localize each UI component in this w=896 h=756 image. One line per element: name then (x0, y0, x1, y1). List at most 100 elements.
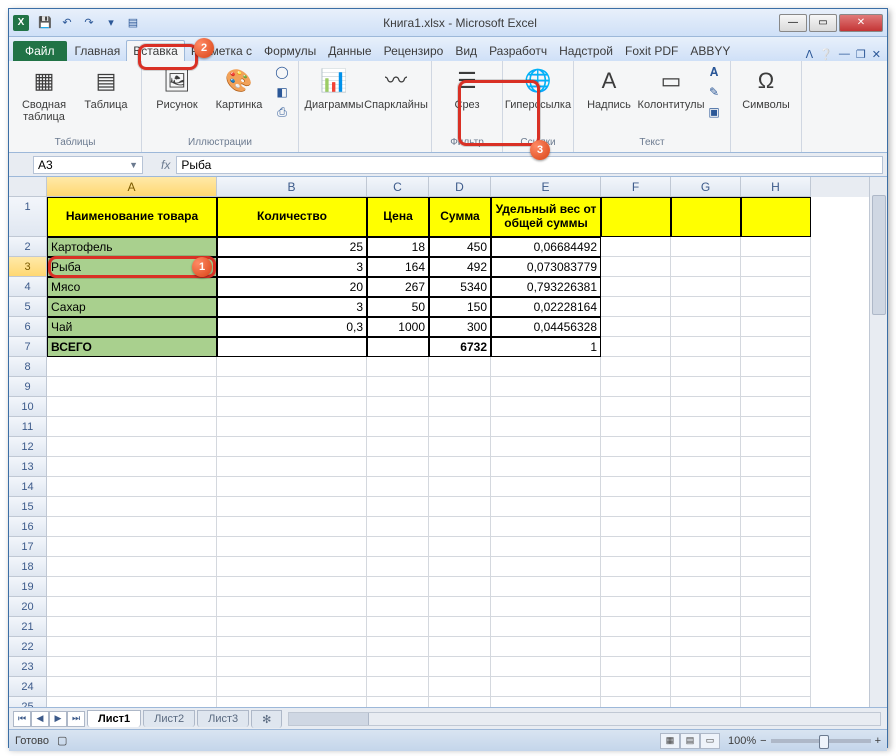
clipart-button[interactable]: 🎨Картинка (210, 63, 268, 111)
cell-qty[interactable]: 25 (217, 237, 367, 257)
row-12[interactable]: 12 (9, 437, 47, 457)
cell-qty[interactable]: 20 (217, 277, 367, 297)
row-13[interactable]: 13 (9, 457, 47, 477)
sheet-tab-3[interactable]: Лист3 (197, 710, 249, 727)
cell-qty[interactable]: 3 (217, 297, 367, 317)
picture-button[interactable]: 🖼Рисунок (148, 63, 206, 111)
sheet-nav-last[interactable]: ⏭ (67, 711, 85, 727)
col-A[interactable]: A (47, 177, 217, 197)
cell-share[interactable]: 0,04456328 (491, 317, 601, 337)
qat-more-icon[interactable]: ▾ (101, 13, 121, 33)
row-24[interactable]: 24 (9, 677, 47, 697)
undo-icon[interactable]: ↶ (57, 13, 77, 33)
row-4[interactable]: 4 (9, 277, 47, 297)
cell-share[interactable]: 0,02228164 (491, 297, 601, 317)
wordart-icon[interactable]: 𝐀 (704, 63, 724, 81)
cell-share[interactable]: 0,073083779 (491, 257, 601, 277)
sparklines-button[interactable]: 〰Спарклайны (367, 63, 425, 111)
row-11[interactable]: 11 (9, 417, 47, 437)
sheet-nav-next[interactable]: ▶ (49, 711, 67, 727)
save-icon[interactable]: 💾 (35, 13, 55, 33)
hdr-sum[interactable]: Сумма (429, 197, 491, 237)
charts-button[interactable]: 📊Диаграммы (305, 63, 363, 111)
tab-insert[interactable]: Вставка (126, 40, 185, 61)
sheet-nav-prev[interactable]: ◀ (31, 711, 49, 727)
shapes-icon[interactable]: ◯ (272, 63, 292, 81)
tab-data[interactable]: Данные (322, 41, 377, 61)
tab-foxit[interactable]: Foxit PDF (619, 41, 684, 61)
col-H[interactable]: H (741, 177, 811, 197)
cell-sum[interactable]: 150 (429, 297, 491, 317)
file-tab[interactable]: Файл (13, 41, 67, 61)
minimize-button[interactable]: — (779, 14, 807, 32)
chevron-down-icon[interactable]: ▼ (129, 160, 138, 170)
row-21[interactable]: 21 (9, 617, 47, 637)
sheet-tab-2[interactable]: Лист2 (143, 710, 195, 727)
ribbon-minimize-icon[interactable]: ᐱ (806, 48, 814, 61)
row-5[interactable]: 5 (9, 297, 47, 317)
cell-sum[interactable]: 492 (429, 257, 491, 277)
sigline-icon[interactable]: ✎ (704, 83, 724, 101)
doc-restore-icon[interactable]: ❐ (856, 48, 866, 61)
sheet-nav-first[interactable]: ⏮ (13, 711, 31, 727)
vertical-scrollbar[interactable] (869, 177, 887, 707)
cell-name[interactable]: Мясо (47, 277, 217, 297)
qat-extra-icon[interactable]: ▤ (123, 13, 143, 33)
name-box[interactable]: A3▼ (33, 156, 143, 174)
cell-price[interactable]: 50 (367, 297, 429, 317)
textbox-button[interactable]: AНадпись (580, 63, 638, 111)
cell-share[interactable]: 0,793226381 (491, 277, 601, 297)
row-14[interactable]: 14 (9, 477, 47, 497)
cell-price[interactable]: 1000 (367, 317, 429, 337)
help-icon[interactable]: ❔ (819, 48, 833, 61)
zoom-in-button[interactable]: + (875, 735, 881, 747)
row-3[interactable]: 3 (9, 257, 47, 277)
zoom-out-button[interactable]: − (760, 735, 766, 747)
row-25[interactable]: 25 (9, 697, 47, 707)
sheet-tab-1[interactable]: Лист1 (87, 710, 141, 727)
symbols-button[interactable]: ΩСимволы (737, 63, 795, 111)
hdr-name[interactable]: Наименование товара (47, 197, 217, 237)
tab-addins[interactable]: Надстрой (553, 41, 619, 61)
table-button[interactable]: ▤Таблица (77, 63, 135, 111)
formula-input[interactable]: Рыба (176, 156, 883, 174)
tab-view[interactable]: Вид (449, 41, 483, 61)
hscroll-thumb[interactable] (289, 713, 369, 725)
maximize-button[interactable]: ▭ (809, 14, 837, 32)
row-23[interactable]: 23 (9, 657, 47, 677)
view-pagebreak-icon[interactable]: ▭ (700, 733, 720, 749)
total-sum[interactable]: 6732 (429, 337, 491, 357)
col-B[interactable]: B (217, 177, 367, 197)
cell-sum[interactable]: 450 (429, 237, 491, 257)
new-sheet-button[interactable]: ✻ (251, 710, 282, 728)
row-16[interactable]: 16 (9, 517, 47, 537)
row-2[interactable]: 2 (9, 237, 47, 257)
row-20[interactable]: 20 (9, 597, 47, 617)
total-label[interactable]: ВСЕГО (47, 337, 217, 357)
row-22[interactable]: 22 (9, 637, 47, 657)
row-19[interactable]: 19 (9, 577, 47, 597)
row-8[interactable]: 8 (9, 357, 47, 377)
slicer-button[interactable]: ☰Срез (438, 63, 496, 111)
cell-price[interactable]: 18 (367, 237, 429, 257)
hdr-price[interactable]: Цена (367, 197, 429, 237)
view-normal-icon[interactable]: ▦ (660, 733, 680, 749)
redo-icon[interactable]: ↷ (79, 13, 99, 33)
row-7[interactable]: 7 (9, 337, 47, 357)
cell-qty[interactable]: 3 (217, 257, 367, 277)
col-G[interactable]: G (671, 177, 741, 197)
row-1[interactable]: 1 (9, 197, 47, 237)
cell-price[interactable]: 267 (367, 277, 429, 297)
col-E[interactable]: E (491, 177, 601, 197)
cell-name[interactable]: Картофель (47, 237, 217, 257)
object-icon[interactable]: ▣ (704, 103, 724, 121)
hdr-qty[interactable]: Количество (217, 197, 367, 237)
zoom-slider[interactable] (771, 739, 871, 743)
cell-name[interactable]: Сахар (47, 297, 217, 317)
cell-qty[interactable]: 0,3 (217, 317, 367, 337)
pivot-table-button[interactable]: ▦Сводная таблица (15, 63, 73, 123)
scroll-thumb[interactable] (872, 195, 886, 315)
cell-sum[interactable]: 5340 (429, 277, 491, 297)
row-9[interactable]: 9 (9, 377, 47, 397)
hdr-share[interactable]: Удельный вес от общей суммы (491, 197, 601, 237)
